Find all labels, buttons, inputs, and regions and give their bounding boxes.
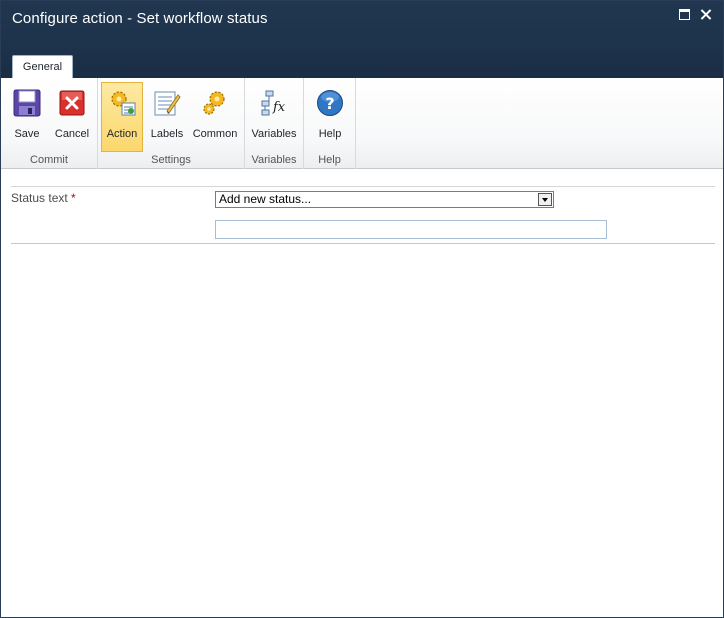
new-status-input[interactable] — [215, 220, 607, 239]
status-select[interactable]: Add new status... — [215, 191, 554, 208]
ribbon-group-variables: fx Variables Variables — [245, 78, 304, 169]
common-gears-icon — [203, 91, 225, 115]
labels-button[interactable]: Labels — [146, 83, 188, 152]
tab-general[interactable]: General — [12, 55, 73, 79]
help-icon: ? — [317, 90, 343, 116]
close-icon[interactable] — [700, 9, 711, 20]
group-label-variables: Variables — [251, 154, 297, 166]
svg-text:fx: fx — [272, 100, 286, 115]
save-button[interactable]: Save — [6, 83, 48, 152]
action-form: Status text * Add new status... — [11, 186, 715, 244]
action-button[interactable]: Action — [101, 82, 143, 152]
help-button[interactable]: ? Help — [309, 83, 351, 152]
variables-fx-icon: fx — [261, 90, 286, 116]
group-label-help: Help — [318, 154, 341, 166]
status-text-label: Status text * — [11, 191, 76, 205]
required-marker: * — [71, 191, 76, 205]
ribbon-group-settings: Action Labels Common Settings — [98, 78, 245, 169]
title-bar: Configure action - Set workflow status G… — [1, 1, 723, 79]
labels-icon — [154, 91, 181, 116]
chevron-down-icon[interactable] — [538, 193, 552, 206]
group-label-settings: Settings — [151, 154, 191, 166]
configure-action-dialog: Configure action - Set workflow status G… — [0, 0, 724, 618]
variables-button[interactable]: fx Variables — [251, 83, 297, 152]
common-button[interactable]: Common — [193, 83, 237, 152]
cancel-button-label: Cancel — [54, 128, 90, 140]
action-gears-icon — [111, 91, 136, 116]
ribbon-group-help: ? Help Help — [304, 78, 356, 169]
common-button-label: Common — [192, 128, 238, 140]
help-button-label: Help — [318, 128, 342, 140]
ribbon-group-commit: Save Cancel Commit — [1, 78, 98, 169]
svg-text:?: ? — [325, 94, 334, 113]
ribbon: Save Cancel Commit Action Labels Common … — [1, 78, 723, 169]
status-text-label-text: Status text — [11, 191, 68, 205]
maximize-icon[interactable] — [679, 9, 690, 20]
variables-button-label: Variables — [251, 128, 297, 140]
labels-button-label: Labels — [150, 128, 184, 140]
group-label-commit: Commit — [30, 154, 68, 166]
cancel-button[interactable]: Cancel — [51, 83, 93, 152]
dialog-title: Configure action - Set workflow status — [12, 10, 268, 27]
save-icon — [13, 89, 41, 117]
cancel-icon — [59, 90, 85, 116]
status-select-value: Add new status... — [219, 192, 312, 206]
window-controls — [679, 9, 711, 20]
